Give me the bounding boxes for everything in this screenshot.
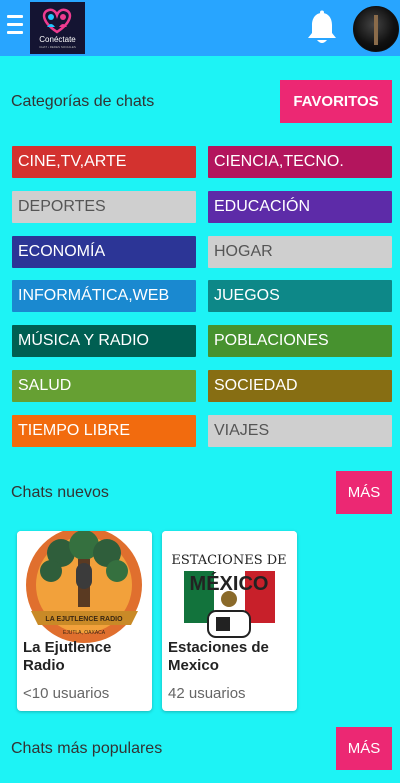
- favorites-button[interactable]: FAVORITOS: [280, 80, 392, 123]
- chat-card[interactable]: LA EJUTLENCE RADIO EJUTLA, OAXACA La Eju…: [17, 531, 152, 711]
- art-main-text: MÉXICO: [190, 572, 269, 595]
- category-button[interactable]: POBLACIONES: [208, 325, 392, 358]
- chat-card-title: La Ejutlence Radio: [23, 639, 112, 674]
- app-logo[interactable]: Conéctate CHAT • REDES SOCIALES: [30, 2, 85, 54]
- category-button[interactable]: HOGAR: [208, 235, 392, 268]
- category-button[interactable]: DEPORTES: [12, 190, 196, 223]
- category-button[interactable]: MÚSICA Y RADIO: [12, 325, 196, 358]
- category-button[interactable]: JUEGOS: [208, 280, 392, 313]
- bell-icon[interactable]: [305, 10, 339, 46]
- profile-avatar[interactable]: [353, 6, 399, 52]
- logo-subtext: CHAT • REDES SOCIALES: [39, 45, 76, 49]
- category-button[interactable]: CIENCIA,TECNO.: [208, 146, 392, 178]
- hamburger-menu-icon[interactable]: [7, 15, 23, 39]
- categories-title: Categorías de chats: [11, 93, 155, 110]
- category-button[interactable]: EDUCACIÓN: [208, 190, 392, 223]
- category-button[interactable]: SALUD: [12, 370, 196, 402]
- category-button[interactable]: CINE,TV,ARTE: [12, 146, 196, 178]
- category-button[interactable]: TIEMPO LIBRE: [12, 414, 196, 447]
- logo-text: Conéctate: [39, 35, 76, 44]
- popular-chats-title: Chats más populares: [11, 740, 163, 757]
- chat-card-title: Estaciones de Mexico: [168, 639, 269, 674]
- top-app-bar: Conéctate CHAT • REDES SOCIALES: [0, 0, 400, 56]
- category-button[interactable]: INFORMÁTICA,WEB: [12, 280, 196, 313]
- chat-card[interactable]: ESTACIONES DE MÉXICO Estaciones de Mexic…: [162, 531, 297, 711]
- chat-card-users: <10 usuarios: [23, 685, 110, 702]
- heart-logo-icon: [42, 8, 72, 34]
- category-button[interactable]: SOCIEDAD: [208, 370, 392, 402]
- new-chats-title: Chats nuevos: [11, 484, 109, 501]
- art-banner-text: LA EJUTLENCE RADIO: [45, 616, 123, 623]
- new-chats-more-button[interactable]: MÁS: [336, 471, 392, 514]
- art-top-text: ESTACIONES DE: [171, 553, 286, 568]
- popular-chats-more-button[interactable]: MÁS: [336, 727, 392, 770]
- category-button[interactable]: VIAJES: [208, 414, 392, 447]
- art-caption-text: EJUTLA, OAXACA: [63, 630, 106, 636]
- mexico-stations-image: ESTACIONES DE MÉXICO: [162, 531, 297, 643]
- category-button[interactable]: ECONOMÍA: [12, 235, 196, 268]
- radio-tree-image: LA EJUTLENCE RADIO EJUTLA, OAXACA: [17, 531, 152, 643]
- chat-card-users: 42 usuarios: [168, 685, 246, 702]
